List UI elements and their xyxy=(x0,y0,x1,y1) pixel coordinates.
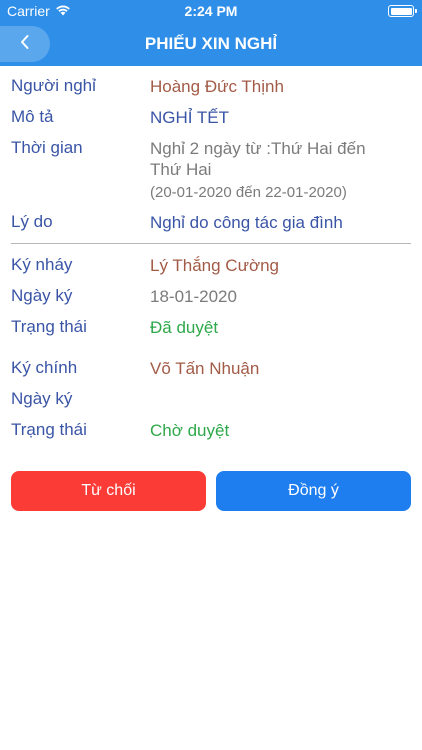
main-status-label: Trạng thái xyxy=(11,420,87,439)
initial-date-value: 18-01-2020 xyxy=(150,287,237,306)
initial-date-label: Ngày ký xyxy=(11,286,73,305)
main-signer-value: Võ Tấn Nhuận xyxy=(150,359,260,378)
page-title: PHIẾU XIN NGHỈ xyxy=(144,34,278,53)
status-time: 2:24 PM xyxy=(184,3,238,19)
time-line-1: Nghỉ 2 ngày từ :Thứ Hai đến xyxy=(150,139,366,158)
battery-icon xyxy=(388,5,417,17)
requester-value: Hoàng Đức Thịnh xyxy=(150,77,284,96)
requester-label: Người nghỉ xyxy=(11,76,96,95)
reason-label: Lý do xyxy=(11,212,53,231)
initial-status-label: Trạng thái xyxy=(11,317,87,336)
initial-status-badge: Đã duyệt xyxy=(150,318,219,337)
nav-bar: PHIẾU XIN NGHỈ xyxy=(0,22,422,66)
reason-value: Nghỉ do công tác gia đình xyxy=(150,213,343,232)
time-label: Thời gian xyxy=(11,138,83,157)
initial-signer-label: Ký nháy xyxy=(11,255,73,274)
description-label: Mô tả xyxy=(11,107,54,126)
time-line-2: Thứ Hai xyxy=(150,160,212,179)
initial-signer-value: Lý Thắng Cường xyxy=(150,256,280,275)
section-divider xyxy=(11,243,411,244)
main-status-badge: Chờ duyệt xyxy=(150,421,230,440)
main-date-label: Ngày ký xyxy=(11,389,73,408)
status-bar: Carrier 2:24 PM xyxy=(0,0,422,22)
description-value: NGHỈ TẾT xyxy=(150,108,230,127)
main-signer-label: Ký chính xyxy=(11,358,78,377)
accept-button[interactable]: Đồng ý xyxy=(216,471,411,511)
time-value: Nghỉ 2 ngày từ :Thứ Hai đến Thứ Hai (20-… xyxy=(150,138,366,203)
time-range: (20-01-2020 đến 22-01-2020) xyxy=(150,184,347,201)
reject-button[interactable]: Từ chối xyxy=(11,471,206,511)
